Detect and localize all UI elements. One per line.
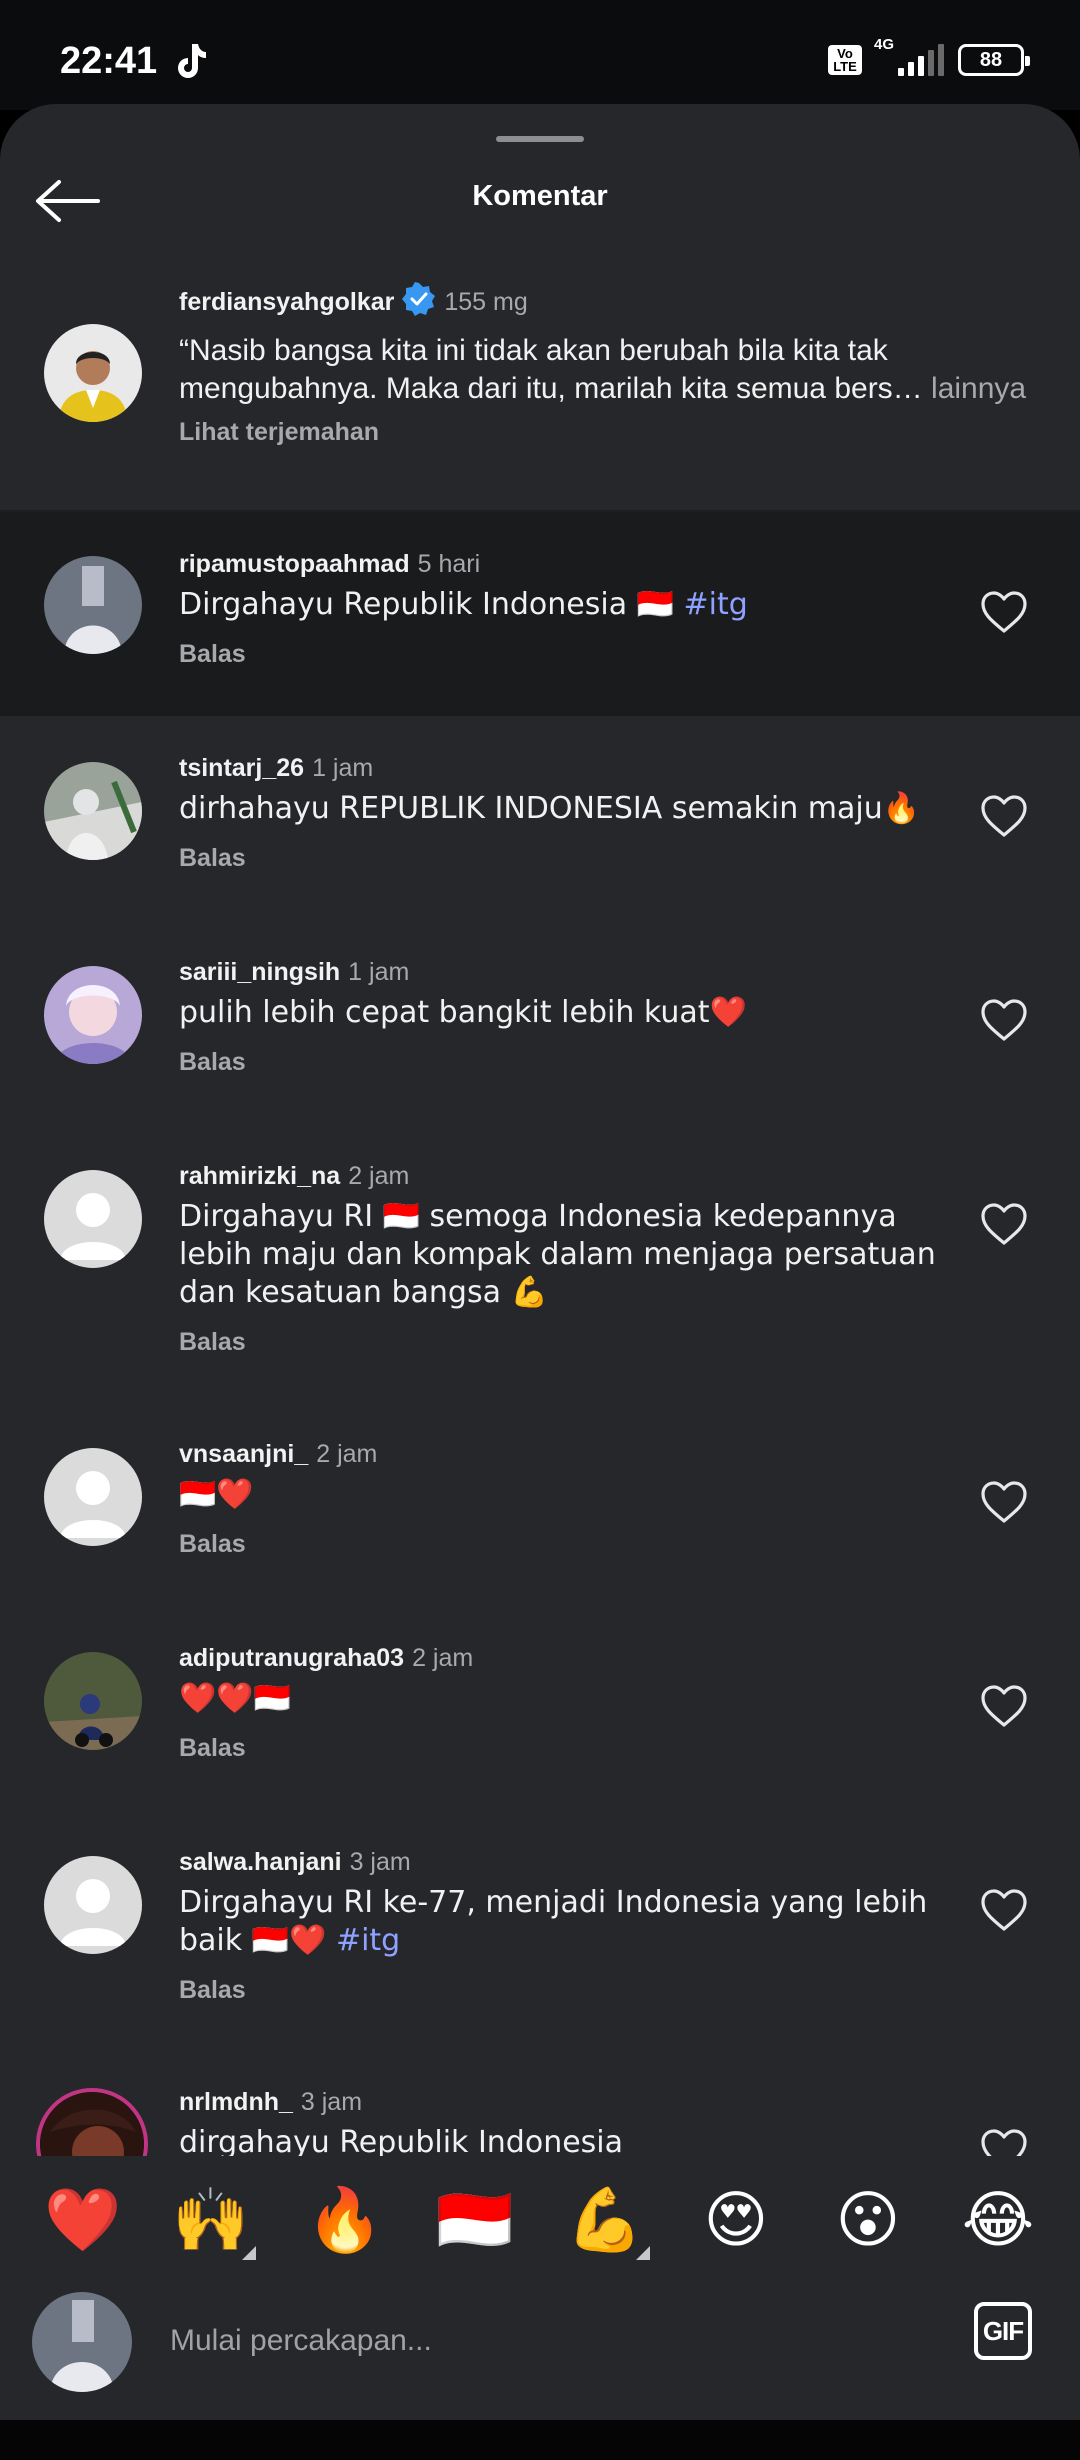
comment-username[interactable]: tsintarj_26 [179, 754, 304, 782]
battery-icon: 88 [958, 44, 1030, 76]
emoji-heart-button[interactable]: ❤️ [44, 2182, 121, 2258]
reply-button[interactable]: Balas [179, 1326, 940, 1358]
see-more-link[interactable]: lainnya [931, 372, 1026, 405]
caption-username[interactable]: ferdiansyahgolkar [179, 288, 394, 316]
avatar[interactable] [44, 1856, 142, 1954]
heart-icon[interactable] [980, 590, 1028, 634]
reply-button[interactable]: Balas [179, 1974, 940, 2006]
skin-tone-indicator [242, 2246, 256, 2260]
comment-username[interactable]: ripamustopaahmad [179, 550, 410, 578]
status-time: 22:41 [60, 40, 158, 82]
emoji-raised-hands-button[interactable]: 🙌 [172, 2182, 256, 2260]
avatar[interactable] [44, 324, 142, 422]
system-nav-bar [0, 2420, 1080, 2460]
reply-button[interactable]: Balas [179, 1528, 940, 1560]
comment-item: adiputranugraha03 2 jam ❤️❤️🇮🇩 Balas [0, 1606, 1080, 1810]
comment-input[interactable] [170, 2316, 870, 2366]
comment-item: rahmirizki_na 2 jam Dirgahayu RI 🇮🇩 semog… [0, 1124, 1080, 1402]
comment-username[interactable]: adiputranugraha03 [179, 1644, 404, 1672]
comment-username[interactable]: vnsaanjni_ [179, 1440, 308, 1468]
default-avatar-icon [44, 1856, 142, 1954]
comment-text: Dirgahayu Republik Indonesia 🇮🇩 [179, 587, 674, 622]
comment-text: ❤️❤️🇮🇩 [179, 1681, 292, 1716]
comment-item: salwa.hanjani 3 jam Dirgahayu RI ke-77, m… [0, 1810, 1080, 2050]
comment-time: 1 jam [312, 754, 374, 782]
comment-username[interactable]: sariii_ningsih [179, 958, 340, 986]
emoji-indonesia-flag-button[interactable]: 🇮🇩 [436, 2182, 513, 2258]
avatar[interactable] [44, 1652, 142, 1750]
default-avatar-icon [44, 1448, 142, 1546]
reply-button[interactable]: Balas [179, 638, 940, 670]
comment-text: dirgahayu Republik Indonesia [179, 2125, 624, 2160]
comment-text: Dirgahayu RI 🇮🇩 semoga Indonesia kedepan… [179, 1199, 936, 1310]
comment-item: sariii_ningsih 1 jam pulih lebih cepat ba… [0, 920, 1080, 1124]
post-caption: ferdiansyahgolkar 155 mg “Nasib bangsa k… [0, 274, 1080, 510]
emoji-muscle-button[interactable]: 💪 [566, 2182, 650, 2260]
comment-time: 3 jam [349, 1848, 411, 1876]
comment-text: Dirgahayu RI ke-77, menjadi Indonesia ya… [179, 1885, 928, 1958]
avatar[interactable] [44, 762, 142, 860]
comment-item: vnsaanjni_ 2 jam 🇮🇩❤️ Balas [0, 1402, 1080, 1606]
comment-item: ripamustopaahmad 5 hari Dirgahayu Republi… [0, 512, 1080, 716]
avatar[interactable] [44, 556, 142, 654]
status-bar: 22:41 Vo LTE 4G 88 [0, 0, 1080, 110]
heart-icon[interactable] [980, 1202, 1028, 1246]
signal-icon: 4G [874, 36, 944, 76]
heart-icon[interactable] [980, 1684, 1028, 1728]
comment-username[interactable]: salwa.hanjani [179, 1848, 342, 1876]
gif-button[interactable]: GIF [974, 2302, 1032, 2360]
comment-input-bar: GIF [0, 2280, 1080, 2420]
heart-icon[interactable] [980, 794, 1028, 838]
comment-text: 🇮🇩❤️ [179, 1477, 254, 1512]
emoji-heart-eyes-button[interactable]: 😍 [698, 2182, 774, 2258]
avatar-image [44, 324, 142, 422]
caption-text: “Nasib bangsa kita ini tidak akan beruba… [179, 334, 923, 405]
sheet-drag-handle[interactable] [496, 136, 584, 142]
page-title: Komentar [472, 180, 608, 212]
volte-icon: Vo LTE [828, 45, 862, 75]
comment-time: 5 hari [417, 550, 481, 578]
battery-level: 88 [979, 48, 1003, 71]
comment-item: tsintarj_26 1 jam dirhahayu REPUBLIK INDO… [0, 716, 1080, 920]
see-translation-link[interactable]: Lihat terjemahan [179, 416, 1060, 448]
comments-sheet: Komentar ferdiansyahgolkar 155 mg “Nasib… [0, 104, 1080, 2420]
heart-icon[interactable] [980, 1888, 1028, 1932]
comment-time: 2 jam [316, 1440, 378, 1468]
hashtag-link[interactable]: #itg [336, 1923, 400, 1958]
comment-time: 2 jam [348, 1162, 410, 1190]
comment-item: nrlmdnh_ 3 jam dirgahayu Republik Indones… [0, 2050, 1080, 2160]
comment-username[interactable]: rahmirizki_na [179, 1162, 340, 1190]
network-type: 4G [874, 36, 895, 53]
tiktok-icon [178, 44, 206, 78]
heart-icon[interactable] [980, 1480, 1028, 1524]
avatar[interactable] [44, 1448, 142, 1546]
story-avatar[interactable] [36, 2088, 148, 2160]
emoji-fire-button[interactable]: 🔥 [306, 2182, 383, 2258]
verified-badge-icon [402, 282, 436, 316]
skin-tone-indicator [636, 2246, 650, 2260]
own-avatar [32, 2292, 132, 2392]
comment-time: 2 jam [412, 1644, 474, 1672]
comment-text: dirhahayu REPUBLIK INDONESIA semakin maj… [179, 791, 921, 826]
caption-time: 155 mg [444, 288, 528, 316]
comment-username[interactable]: nrlmdnh_ [179, 2088, 293, 2116]
reply-button[interactable]: Balas [179, 1046, 940, 1078]
avatar[interactable] [44, 1170, 142, 1268]
heart-icon[interactable] [980, 998, 1028, 1042]
emoji-reaction-bar: ❤️ 🙌 🔥 🇮🇩 💪 😍 😮 😂 [0, 2156, 1080, 2280]
default-avatar-icon [44, 1170, 142, 1268]
comment-time: 3 jam [300, 2088, 363, 2116]
hashtag-link[interactable]: #itg [684, 587, 748, 622]
comment-text: pulih lebih cepat bangkit lebih kuat❤️ [179, 995, 747, 1030]
reply-button[interactable]: Balas [179, 1732, 940, 1764]
emoji-surprised-button[interactable]: 😮 [830, 2182, 906, 2258]
avatar[interactable] [44, 966, 142, 1064]
emoji-laughing-button[interactable]: 😂 [960, 2182, 1036, 2258]
reply-button[interactable]: Balas [179, 842, 940, 874]
comment-time: 1 jam [348, 958, 410, 986]
